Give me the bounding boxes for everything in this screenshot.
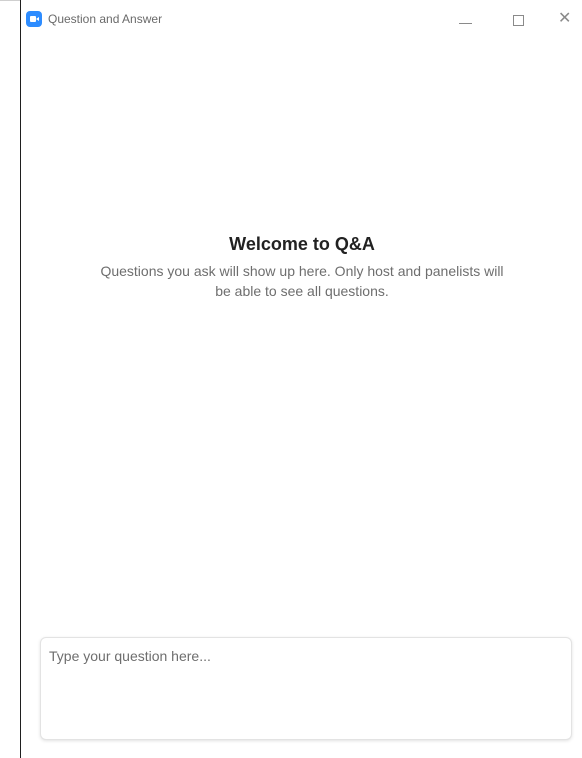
welcome-description: Questions you ask will show up here. Onl… [100,263,504,299]
title-bar[interactable]: Question and Answer ✕ [21,0,582,40]
maximize-button[interactable] [499,6,539,34]
close-icon: ✕ [558,8,572,27]
question-input[interactable] [41,638,571,739]
minimize-icon [459,23,472,24]
camera-lens-icon [36,17,39,21]
maximize-icon [513,15,524,26]
close-button[interactable]: ✕ [551,6,582,34]
welcome-title: Welcome to Q&A [229,234,375,254]
minimize-button[interactable] [445,6,485,34]
question-input-box[interactable] [40,637,572,740]
empty-state: Welcome to Q&A Questions you ask will sh… [21,231,582,301]
zoom-app-icon [26,11,42,27]
qa-window: Question and Answer ✕ Welcome to Q&A Que… [20,0,582,758]
window-title: Question and Answer [48,12,163,26]
